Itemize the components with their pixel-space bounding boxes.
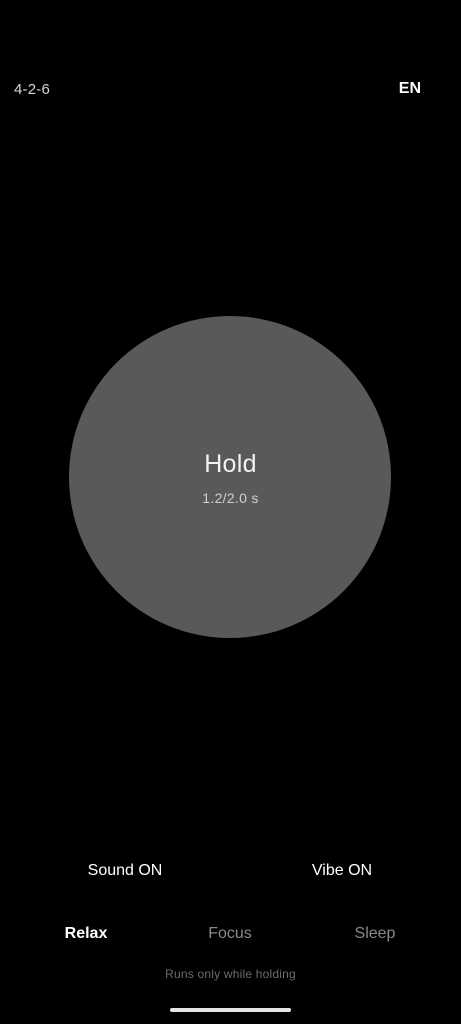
mode-focus[interactable]: Focus — [170, 925, 290, 943]
breath-timer: 1.2/2.0 s — [202, 490, 259, 506]
vibe-toggle[interactable]: Vibe ON — [272, 862, 412, 880]
sound-toggle[interactable]: Sound ON — [55, 862, 195, 880]
breath-phase-label: Hold — [204, 450, 257, 478]
language-toggle[interactable]: EN — [399, 80, 421, 98]
home-indicator[interactable] — [170, 1008, 291, 1012]
mode-relax[interactable]: Relax — [26, 925, 146, 943]
hold-hint: Runs only while holding — [165, 967, 296, 981]
breathing-pattern-label[interactable]: 4-2-6 — [14, 81, 50, 98]
mode-sleep[interactable]: Sleep — [315, 925, 435, 943]
